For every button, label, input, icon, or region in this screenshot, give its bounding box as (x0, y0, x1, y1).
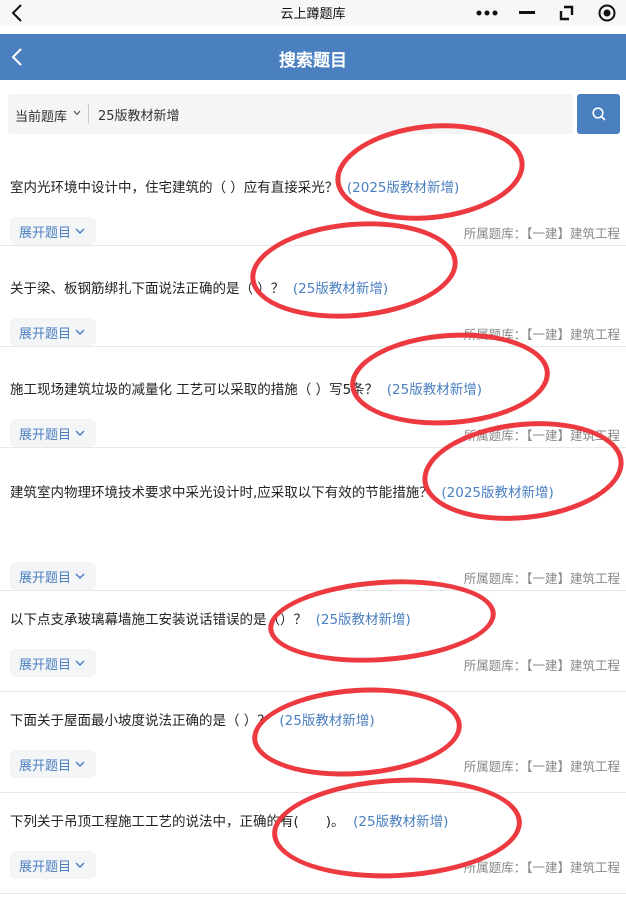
question-bank: 所属题库：【一建】建筑工程 (463, 860, 620, 875)
mini-program-topbar: 云上蹲题库 (0, 0, 626, 26)
question-item: 关于梁、板钢筋绑扎下面说法正确的是（ ）？ (25版教材新增) 展开题目 所属题… (0, 246, 626, 347)
question-item: 下面关于屋面最小坡度说法正确的是（ ）？ (25版教材新增) 展开题目 所属题库… (0, 692, 626, 793)
chevron-down-icon (75, 572, 85, 579)
restore-icon[interactable] (556, 2, 578, 24)
chevron-down-icon (75, 861, 85, 868)
question-text[interactable]: 下面关于屋面最小坡度说法正确的是（ ）？ (25版教材新增) (10, 709, 375, 729)
question-item: 建筑室内物理环境技术要求中采光设计时,应采取以下有效的节能措施？ (2025版教… (0, 448, 626, 591)
chevron-down-icon (75, 659, 85, 666)
search-bar: 当前题库 (8, 94, 620, 134)
question-bank: 所属题库：【一建】建筑工程 (463, 226, 620, 241)
page-header: 搜索题目 (0, 34, 626, 80)
search-button[interactable] (577, 94, 620, 134)
close-circle-icon[interactable] (596, 2, 618, 24)
question-bank: 所属题库：【一建】建筑工程 (463, 428, 620, 443)
question-item: 室内光环境中设计中，住宅建筑的（ ）应有直接采光？ (2025版教材新增) 展开… (0, 145, 626, 246)
chevron-down-icon (75, 429, 85, 436)
question-tag: (25版教材新增) (292, 281, 389, 297)
question-tag: (2025版教材新增) (441, 485, 554, 501)
bank-scope-selector[interactable]: 当前题库 (15, 106, 67, 125)
question-text[interactable]: 室内光环境中设计中，住宅建筑的（ ）应有直接采光？ (2025版教材新增) (10, 176, 459, 196)
question-tag: (25版教材新增) (353, 814, 449, 830)
question-tag: (2025版教材新增) (346, 180, 460, 196)
question-tag: (25版教材新增) (279, 713, 375, 729)
expand-button[interactable]: 展开题目 (10, 318, 96, 346)
expand-button[interactable]: 展开题目 (10, 649, 96, 677)
search-box: 当前题库 (8, 94, 573, 134)
search-icon (591, 107, 606, 121)
more-icon[interactable] (476, 2, 498, 24)
question-tag: (25版教材新增) (315, 612, 411, 628)
expand-button[interactable]: 展开题目 (10, 750, 96, 778)
question-item: 下列关于吊顶工程施工工艺的说法中，正确的有( )。 (25版教材新增) 展开题目… (0, 793, 626, 894)
question-item: 施工现场建筑垃圾的减量化 工艺可以采取的措施（ ）写5条？ (25版教材新增) … (0, 347, 626, 448)
chevron-down-icon[interactable] (73, 110, 81, 116)
question-text[interactable]: 建筑室内物理环境技术要求中采光设计时,应采取以下有效的节能措施？ (2025版教… (10, 481, 554, 501)
chevron-down-icon (75, 328, 85, 335)
question-tag: (25版教材新增) (386, 382, 482, 398)
question-list: 室内光环境中设计中，住宅建筑的（ ）应有直接采光？ (2025版教材新增) 展开… (0, 145, 626, 894)
question-bank: 所属题库：【一建】建筑工程 (463, 759, 620, 774)
expand-button[interactable]: 展开题目 (10, 562, 96, 590)
chevron-down-icon (75, 760, 85, 767)
page-title: 搜索题目 (279, 51, 347, 71)
expand-button[interactable]: 展开题目 (10, 217, 96, 245)
chevron-down-icon (75, 227, 85, 234)
capsule-menu (476, 2, 618, 24)
minimize-icon[interactable] (516, 2, 538, 24)
question-text[interactable]: 以下点支承玻璃幕墙施工安装说话错误的是（）？ (25版教材新增) (10, 608, 411, 628)
question-bank: 所属题库：【一建】建筑工程 (463, 658, 620, 673)
question-text[interactable]: 关于梁、板钢筋绑扎下面说法正确的是（ ）？ (25版教材新增) (10, 277, 388, 297)
question-item: 以下点支承玻璃幕墙施工安装说话错误的是（）？ (25版教材新增) 展开题目 所属… (0, 591, 626, 692)
expand-button[interactable]: 展开题目 (10, 851, 96, 879)
search-input[interactable] (98, 102, 558, 126)
question-bank: 所属题库：【一建】建筑工程 (463, 571, 620, 586)
search-divider (88, 104, 89, 124)
question-text[interactable]: 施工现场建筑垃圾的减量化 工艺可以采取的措施（ ）写5条？ (25版教材新增) (10, 378, 482, 398)
question-text[interactable]: 下列关于吊顶工程施工工艺的说法中，正确的有( )。 (25版教材新增) (10, 810, 448, 830)
question-bank: 所属题库：【一建】建筑工程 (463, 327, 620, 342)
expand-button[interactable]: 展开题目 (10, 419, 96, 447)
